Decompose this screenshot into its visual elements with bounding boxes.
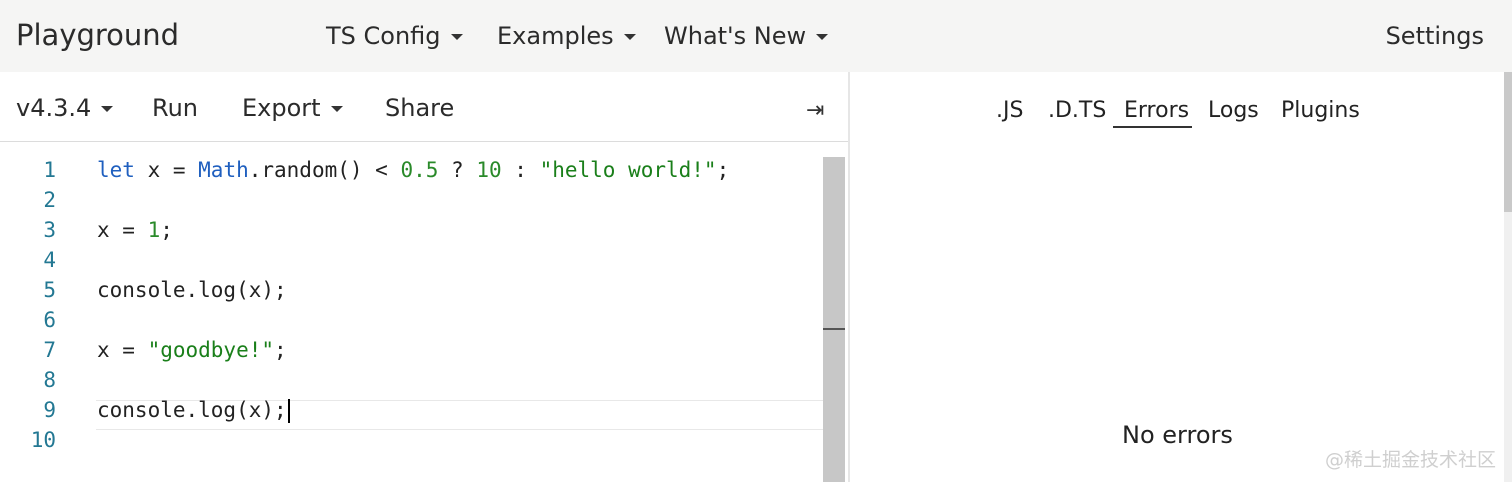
line-number: 1	[43, 158, 56, 182]
active-tab-indicator	[1113, 126, 1192, 128]
text-cursor	[287, 399, 290, 423]
pane-divider[interactable]	[848, 72, 850, 482]
line-number: 10	[30, 428, 56, 452]
line-number: 8	[43, 368, 56, 392]
watermark: @稀土掘金技术社区	[1324, 449, 1496, 471]
code-text: console.log(x);	[97, 278, 287, 302]
code-text: x = 1;	[97, 218, 173, 242]
tab-plugins[interactable]: Plugins	[1281, 98, 1360, 123]
version-label: v4.3.4	[16, 94, 92, 122]
settings-link[interactable]: Settings	[1386, 22, 1484, 50]
top-navbar: Playground TS Config Examples What's New…	[0, 0, 1512, 72]
scrollbar-marker	[823, 328, 845, 330]
nav-whats-new-label: What's New	[664, 22, 807, 50]
tab-dts[interactable]: .D.TS	[1048, 98, 1106, 123]
nav-examples-label: Examples	[497, 22, 614, 50]
code-line: 2	[0, 188, 848, 218]
code-line: 4	[0, 248, 848, 278]
version-select[interactable]: v4.3.4	[16, 94, 114, 122]
code-text: console.log(x);	[97, 398, 290, 423]
line-number: 9	[43, 398, 56, 422]
page-scrollbar-thumb[interactable]	[1504, 72, 1512, 212]
share-button[interactable]: Share	[385, 94, 454, 122]
editor-toolbar: v4.3.4 Run Export Share	[0, 72, 849, 142]
nav-examples[interactable]: Examples	[497, 22, 636, 50]
export-label: Export	[242, 94, 321, 122]
code-line: 10	[0, 428, 848, 458]
chevron-down-icon	[623, 34, 636, 40]
tab-logs[interactable]: Logs	[1208, 98, 1259, 123]
code-line: 9 console.log(x);	[0, 398, 848, 428]
code-line: 5 console.log(x);	[0, 278, 848, 308]
code-line: 1 let x = Math.random() < 0.5 ? 10 : "he…	[0, 158, 848, 188]
line-number: 6	[43, 308, 56, 332]
chevron-down-icon	[330, 106, 343, 112]
line-number: 5	[43, 278, 56, 302]
line-number: 3	[43, 218, 56, 242]
line-number: 4	[43, 248, 56, 272]
code-text: let x = Math.random() < 0.5 ? 10 : "hell…	[97, 158, 730, 182]
code-text: x = "goodbye!";	[97, 338, 287, 362]
nav-ts-config[interactable]: TS Config	[326, 22, 463, 50]
chevron-down-icon	[101, 106, 114, 112]
brand-title[interactable]: Playground	[16, 18, 179, 52]
code-editor[interactable]: 1 let x = Math.random() < 0.5 ? 10 : "he…	[0, 142, 848, 482]
editor-scrollbar[interactable]	[823, 157, 845, 482]
errors-message: No errors	[1122, 421, 1233, 449]
chevron-down-icon	[816, 34, 829, 40]
nav-whats-new[interactable]: What's New	[664, 22, 829, 50]
line-number: 7	[43, 338, 56, 362]
code-line: 3 x = 1;	[0, 218, 848, 248]
code-line: 6	[0, 308, 848, 338]
run-button[interactable]: Run	[152, 94, 198, 122]
code-line: 7 x = "goodbye!";	[0, 338, 848, 368]
nav-ts-config-label: TS Config	[326, 22, 441, 50]
collapse-sidebar-icon[interactable]: ⇥	[806, 98, 824, 123]
chevron-down-icon	[450, 34, 463, 40]
code-line: 8	[0, 368, 848, 398]
tab-errors[interactable]: Errors	[1124, 98, 1189, 123]
line-number: 2	[43, 188, 56, 212]
export-menu[interactable]: Export	[242, 94, 343, 122]
tab-js[interactable]: .JS	[996, 98, 1023, 123]
